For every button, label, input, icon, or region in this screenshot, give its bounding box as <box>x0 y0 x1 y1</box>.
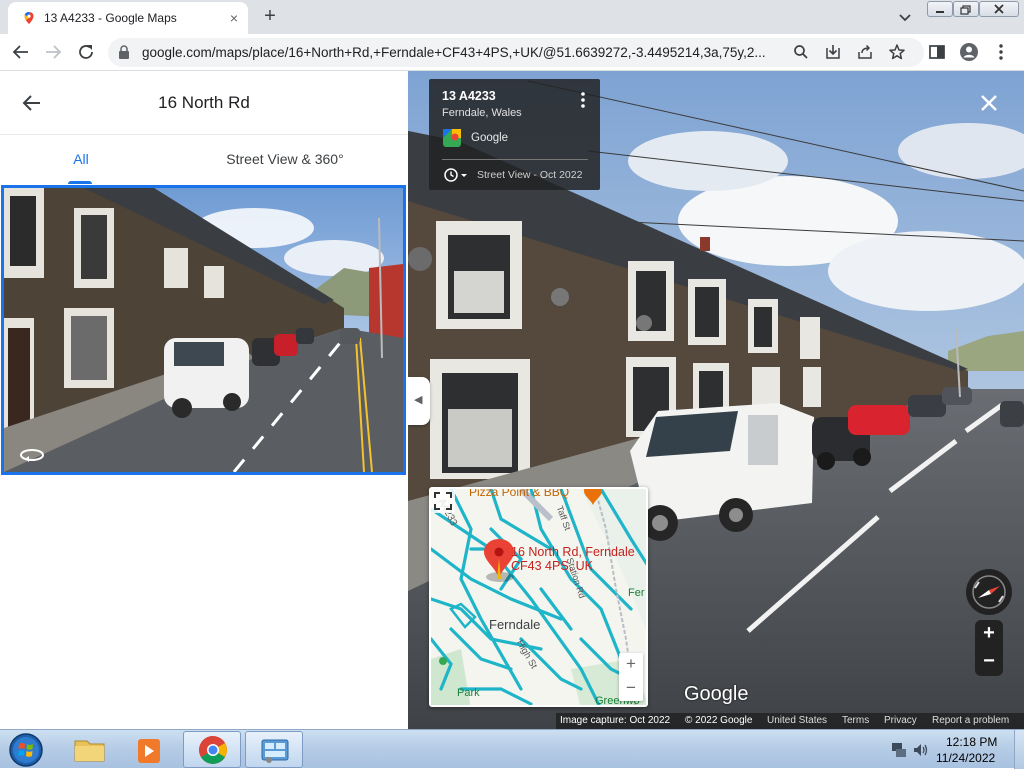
page-title: 16 North Rd <box>158 93 250 112</box>
minimap-roads <box>431 489 646 705</box>
window-minimize-button[interactable] <box>927 1 953 17</box>
reload-icon[interactable] <box>75 41 97 63</box>
compass-icon[interactable] <box>965 568 1013 616</box>
network-icon[interactable] <box>890 741 908 759</box>
street-view-zoom-controls: + − <box>975 620 1003 676</box>
tab-strip: 13 A4233 - Google Maps × + <box>0 0 1024 34</box>
place-label: Park <box>457 687 480 699</box>
minimap-zoom-in-button[interactable]: + <box>619 653 643 677</box>
taskbar-control-panel[interactable] <box>245 731 303 768</box>
start-button-windows-icon[interactable] <box>6 732 46 768</box>
image-capture-date: Image capture: Oct 2022 <box>560 715 671 726</box>
zoom-in-button[interactable]: + <box>975 620 1003 648</box>
share-icon[interactable] <box>856 43 874 61</box>
photos-side-panel: 16 North Rd All Street View & 360° <box>0 71 408 729</box>
divider <box>442 159 588 160</box>
tab-street-view-360[interactable]: Street View & 360° <box>210 151 360 167</box>
address-bar[interactable]: google.com/maps/place/16+North+Rd,+Fernd… <box>108 38 924 67</box>
location-title: 13 A4233 <box>442 89 496 103</box>
close-icon[interactable] <box>978 92 1000 114</box>
street-view-thumbnail[interactable] <box>1 185 406 475</box>
minimap[interactable]: Pizza Point & BBQ 16 North Rd, Ferndale … <box>429 487 648 707</box>
chevron-left-icon: ◀ <box>414 394 423 406</box>
street-view-panorama[interactable]: ◀ 13 A4233 Ferndale, Wales Google Street… <box>408 71 1024 729</box>
minimap-zoom-out-button[interactable]: − <box>619 677 643 701</box>
clock-date[interactable]: 11/24/2022 <box>936 751 995 765</box>
pin-address-label-line2[interactable]: CF43 4PS, UK <box>511 559 593 573</box>
folder-icon <box>74 740 105 762</box>
lock-icon[interactable] <box>118 45 130 59</box>
minimap-zoom-controls: + − <box>619 653 643 701</box>
street-view-info-card: 13 A4233 Ferndale, Wales Google Street V… <box>429 79 600 190</box>
360-rotate-icon <box>20 449 44 462</box>
url-text[interactable]: google.com/maps/place/16+North+Rd,+Fernd… <box>142 45 782 60</box>
browser-menu-icon[interactable] <box>990 41 1012 63</box>
taskbar-explorer[interactable] <box>60 731 118 768</box>
browser-tab[interactable]: 13 A4233 - Google Maps × <box>8 2 248 34</box>
google-maps-favicon-icon <box>24 12 34 24</box>
tab-all[interactable]: All <box>60 151 102 167</box>
taskbar-chrome[interactable] <box>183 731 241 768</box>
show-desktop-button[interactable] <box>1014 730 1024 769</box>
search-icon[interactable] <box>792 43 810 61</box>
copyright: © 2022 Google <box>685 715 753 726</box>
window-close-button[interactable] <box>979 1 1019 17</box>
volume-icon[interactable] <box>912 741 930 759</box>
selected-tab-indicator <box>68 181 92 184</box>
install-app-icon[interactable] <box>824 43 842 61</box>
window-restore-button[interactable] <box>953 1 979 17</box>
side-panel-icon[interactable] <box>926 41 948 63</box>
image-provider: Google <box>471 132 509 144</box>
capture-date: Street View - Oct 2022 <box>477 169 583 181</box>
zoom-out-button[interactable]: − <box>975 648 1003 676</box>
tab-close-button[interactable]: × <box>224 8 244 28</box>
terms-link[interactable]: Terms <box>842 715 869 726</box>
map-footer: Image capture: Oct 2022 © 2022 Google Un… <box>556 713 1024 729</box>
bookmark-star-icon[interactable] <box>888 43 906 61</box>
region-link[interactable]: United States <box>767 715 827 726</box>
chrome-icon <box>199 736 227 764</box>
windows-taskbar: 12:18 PM 11/24/2022 <box>0 729 1024 769</box>
town-label: Ferndale <box>489 617 541 632</box>
more-options-icon[interactable] <box>579 91 587 109</box>
taskbar-media-player[interactable] <box>121 731 179 768</box>
clock-time[interactable]: 12:18 PM <box>946 735 997 749</box>
new-tab-button[interactable]: + <box>258 5 282 29</box>
google-logo: Google <box>684 683 749 705</box>
media-player-icon <box>138 739 160 763</box>
expand-map-icon[interactable] <box>431 489 455 513</box>
divider <box>0 134 408 135</box>
tab-search-chevron-icon[interactable] <box>894 6 916 28</box>
time-travel-clock-icon[interactable] <box>443 167 469 183</box>
place-label: Fer <box>628 587 645 599</box>
browser-toolbar: google.com/maps/place/16+North+Rd,+Fernd… <box>0 34 1024 71</box>
profile-avatar-icon[interactable] <box>958 41 980 63</box>
collapse-side-panel-button[interactable]: ◀ <box>408 377 430 425</box>
location-subtitle: Ferndale, Wales <box>442 107 522 119</box>
poi-label[interactable]: Pizza Point & BBQ <box>469 489 569 499</box>
tab-title: 13 A4233 - Google Maps <box>44 11 177 25</box>
report-problem-link[interactable]: Report a problem <box>932 715 1009 726</box>
privacy-link[interactable]: Privacy <box>884 715 917 726</box>
google-maps-icon <box>443 129 461 147</box>
control-panel-icon <box>261 739 289 763</box>
forward-arrow-icon[interactable] <box>42 41 64 63</box>
back-arrow-icon[interactable] <box>10 41 32 63</box>
